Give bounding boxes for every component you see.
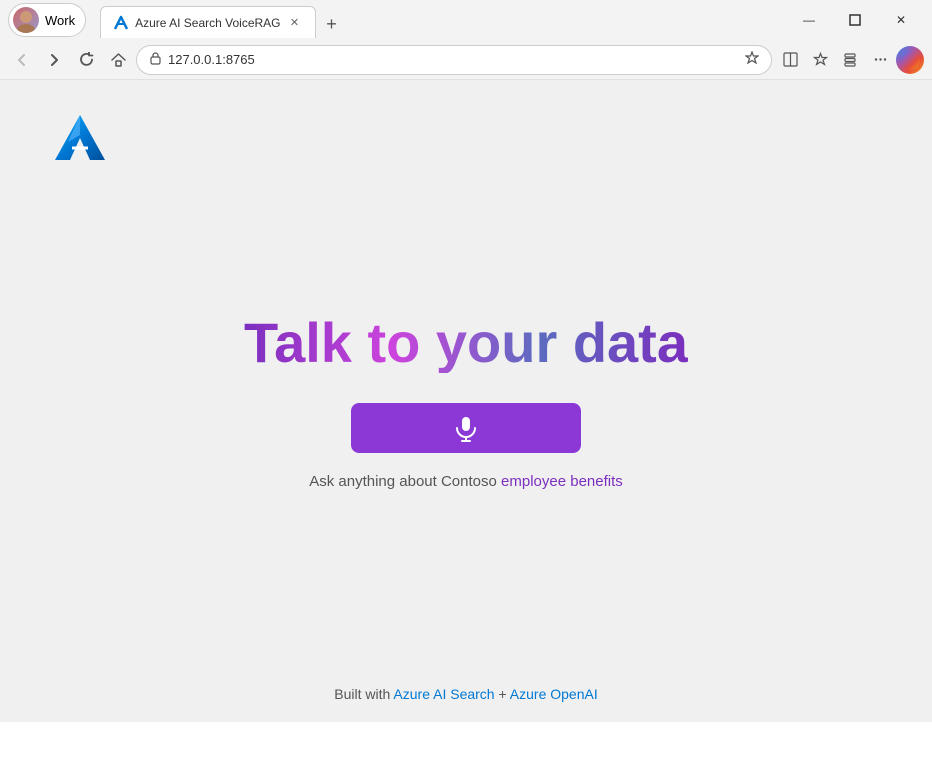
home-button[interactable] <box>104 46 132 74</box>
back-button[interactable] <box>8 46 36 74</box>
more-button[interactable] <box>866 46 894 74</box>
subtitle-highlight: employee benefits <box>501 473 623 490</box>
tab-favicon <box>113 15 129 31</box>
profile-label: Work <box>45 13 75 28</box>
footer: Built with Azure AI Search + Azure OpenA… <box>334 686 597 702</box>
browser-window: Work Azure AI Search VoiceRAG ✕ + — <box>0 0 932 722</box>
window-controls: — ✕ <box>786 0 924 40</box>
page-body: Talk to your data Ask anything about Con… <box>0 80 932 722</box>
favorites-button[interactable] <box>806 46 834 74</box>
active-tab[interactable]: Azure AI Search VoiceRAG ✕ <box>100 6 315 38</box>
minimize-button[interactable]: — <box>786 0 832 40</box>
split-screen-button[interactable] <box>776 46 804 74</box>
url-text: 127.0.0.1:8765 <box>168 52 739 67</box>
nav-bar: 127.0.0.1:8765 <box>0 40 932 80</box>
tab-bar: Azure AI Search VoiceRAG ✕ + <box>92 2 780 38</box>
avatar <box>13 7 39 33</box>
tab-close-button[interactable]: ✕ <box>287 15 303 31</box>
mic-icon <box>452 414 480 442</box>
footer-link-openai[interactable]: Azure OpenAI <box>510 686 598 702</box>
collections-button[interactable] <box>836 46 864 74</box>
refresh-button[interactable] <box>72 46 100 74</box>
maximize-button[interactable] <box>832 0 878 40</box>
app-logo <box>50 110 110 165</box>
edge-profile-button[interactable] <box>896 46 924 74</box>
subtitle: Ask anything about Contoso employee bene… <box>309 473 623 490</box>
title-bar: Work Azure AI Search VoiceRAG ✕ + — <box>0 0 932 40</box>
profile-button[interactable]: Work <box>8 3 86 37</box>
footer-connector: + <box>495 686 510 702</box>
new-tab-button[interactable]: + <box>318 10 346 38</box>
secure-icon <box>149 52 162 68</box>
subtitle-plain: Ask anything about Contoso <box>309 473 501 490</box>
nav-right-buttons <box>776 46 924 74</box>
mic-button[interactable] <box>351 403 581 453</box>
hero-title: Talk to your data <box>244 312 688 374</box>
address-bar[interactable]: 127.0.0.1:8765 <box>136 45 772 75</box>
tab-title: Azure AI Search VoiceRAG <box>135 16 280 30</box>
bookmark-icon[interactable] <box>745 51 759 68</box>
footer-link-azure-search[interactable]: Azure AI Search <box>393 686 494 702</box>
close-button[interactable]: ✕ <box>878 0 924 40</box>
footer-text: Built with <box>334 686 393 702</box>
forward-button[interactable] <box>40 46 68 74</box>
